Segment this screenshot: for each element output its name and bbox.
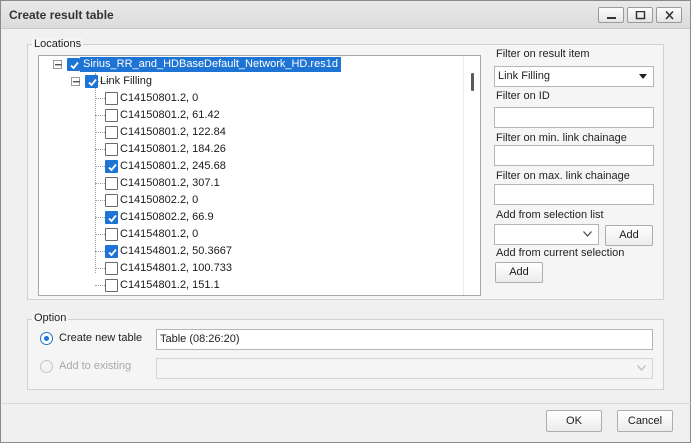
filter-result-item-label: Filter on result item [496,48,590,60]
close-button[interactable] [656,7,682,23]
tree-item-checkbox[interactable] [105,109,118,122]
current-selection-label: Add from current selection [496,247,625,259]
locations-label: Locations [32,38,84,50]
tree-item-checkbox[interactable] [105,279,118,292]
tree-item-label: C14150802.2, 66.9 [120,211,214,223]
check-icon [108,214,117,223]
tree-item-label: C15152001.2, 0 [120,294,198,295]
add-existing-label: Add to existing [59,360,132,372]
cancel-button[interactable]: Cancel [617,410,673,432]
root-checkbox[interactable] [67,58,80,71]
existing-table-combo[interactable] [156,358,653,379]
group-label: Link Filling [100,75,152,87]
filter-max-chainage-label: Filter on max. link chainage [496,170,630,182]
create-new-label: Create new table [59,332,143,344]
tree-item-checkbox[interactable] [105,228,118,241]
tree-root-row[interactable]: Sirius_RR_and_HDBaseDefault_Network_HD.r… [39,56,459,73]
tree-item-row[interactable]: C14154801.2, 151.1 [39,277,459,294]
tree-item-checkbox[interactable] [105,194,118,207]
chevron-down-icon [583,231,592,237]
create-result-table-dialog: Create result table Locations Sirius_RR_… [0,0,691,443]
tree-item-checkbox[interactable] [105,143,118,156]
check-icon [70,61,79,70]
filter-max-chainage-input[interactable] [494,184,654,205]
tree-item-label: C14150801.2, 245.68 [120,160,226,172]
tree-item-checkbox[interactable] [105,245,118,258]
minimize-button[interactable] [598,7,624,23]
selection-list-combo[interactable] [494,224,599,245]
tree-item-checkbox[interactable] [105,211,118,224]
tree-item-label: C14154801.2, 0 [120,228,199,240]
tree-item-label: C14150801.2, 184.26 [120,143,226,155]
locations-tree[interactable]: Sirius_RR_and_HDBaseDefault_Network_HD.r… [38,55,481,296]
filter-min-chainage-label: Filter on min. link chainage [496,132,627,144]
tree-group-row[interactable]: Link Filling [39,73,459,90]
tree-item-row[interactable]: C14150802.2, 66.9 [39,209,459,226]
maximize-icon [635,11,646,20]
tree-item-label: C14150801.2, 307.1 [120,177,220,189]
title-bar[interactable]: Create result table [1,1,690,29]
tree-item-row[interactable]: C14150801.2, 122.84 [39,124,459,141]
new-table-name-input[interactable]: Table (08:26:20) [156,329,653,350]
tree-item-row[interactable]: C14150801.2, 245.68 [39,158,459,175]
tree-item-label: C14154801.2, 50.3667 [120,245,232,257]
tree-item-row[interactable]: C14154801.2, 50.3667 [39,243,459,260]
tree-item-label: C14150801.2, 0 [120,92,199,104]
tree-item-row[interactable]: C14150801.2, 61.42 [39,107,459,124]
tree-item-row[interactable]: C14154801.2, 100.733 [39,260,459,277]
check-icon [108,163,117,172]
add-from-list-button[interactable]: Add [605,225,653,246]
add-from-current-button[interactable]: Add [495,262,543,283]
filter-min-chainage-input[interactable] [494,145,654,166]
tree-item-row[interactable]: C14150801.2, 0 [39,90,459,107]
tree-item-label: C14154801.2, 100.733 [120,262,232,274]
add-existing-radio[interactable] [40,360,53,373]
group-checkbox[interactable] [85,75,98,88]
tree-scrollbar[interactable] [463,56,480,295]
tree-item-row[interactable]: C14150802.2, 0 [39,192,459,209]
tree-item-checkbox[interactable] [105,126,118,139]
check-icon [88,78,97,87]
tree-item-checkbox[interactable] [105,262,118,275]
window-title: Create result table [9,8,114,22]
tree-item-checkbox[interactable] [105,177,118,190]
root-label: Sirius_RR_and_HDBaseDefault_Network_HD.r… [80,57,341,72]
tree-item-checkbox[interactable] [105,160,118,173]
filter-result-item-combo[interactable]: Link Filling [494,66,654,87]
filter-result-item-value: Link Filling [498,70,550,82]
filter-id-label: Filter on ID [496,90,550,102]
tree-item-row[interactable]: C14154801.2, 0 [39,226,459,243]
chevron-down-icon [637,365,646,371]
tree-item-row[interactable]: C15152001.2, 0 [39,294,459,295]
tree-item-label: C14150802.2, 0 [120,194,199,206]
ok-button[interactable]: OK [546,410,602,432]
tree-item-label: C14150801.2, 61.42 [120,109,220,121]
close-icon [665,11,674,20]
chevron-down-icon [639,74,647,79]
scroll-thumb[interactable] [471,73,474,91]
collapse-icon[interactable] [71,77,80,86]
footer-divider [2,403,691,404]
collapse-icon[interactable] [53,60,62,69]
tree-item-row[interactable]: C14150801.2, 307.1 [39,175,459,192]
create-new-radio[interactable] [40,332,53,345]
tree-item-label: C14154801.2, 151.1 [120,279,220,291]
option-label: Option [32,312,69,324]
check-icon [108,248,117,257]
tree-item-checkbox[interactable] [105,92,118,105]
tree-item-label: C14150801.2, 122.84 [120,126,226,138]
tree-item-row[interactable]: C14150801.2, 184.26 [39,141,459,158]
minimize-icon [607,17,616,19]
selection-list-label: Add from selection list [496,209,604,221]
filter-id-input[interactable] [494,107,654,128]
maximize-button[interactable] [627,7,653,23]
